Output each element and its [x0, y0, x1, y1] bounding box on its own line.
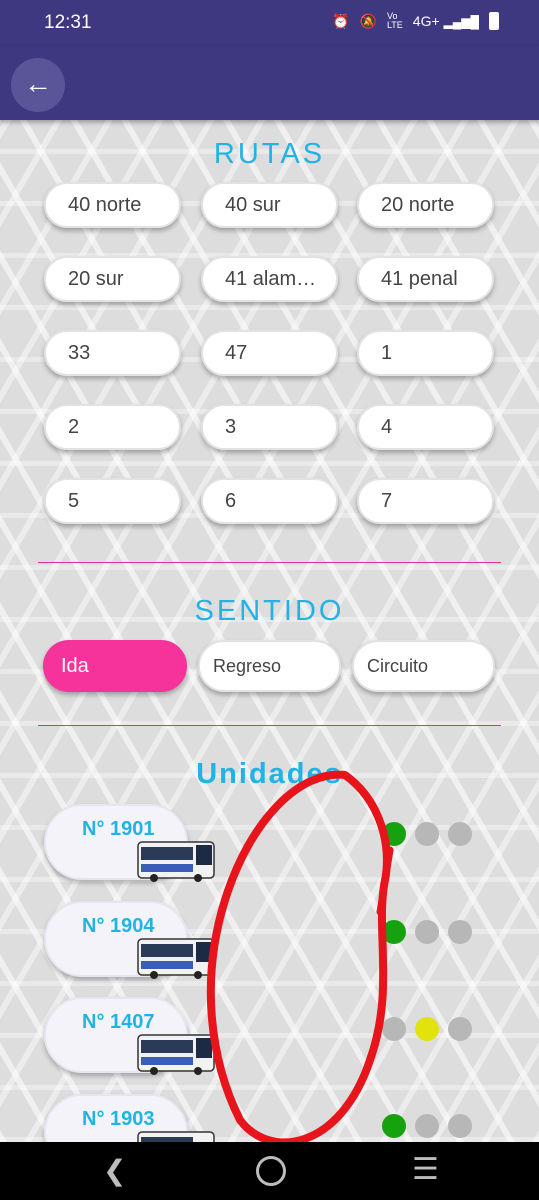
route-chip[interactable]: 47: [201, 330, 338, 376]
back-nav-icon[interactable]: ❮: [103, 1154, 126, 1187]
status-icons: ⏰ 🔕 Vo LTE 4G+ ▂▄▆█: [332, 12, 499, 30]
routes-title: RUTAS: [213, 138, 326, 170]
status-light-off: [415, 822, 439, 846]
route-chip[interactable]: 40 sur: [201, 182, 338, 228]
direction-regreso-chip[interactable]: Regreso: [198, 640, 341, 692]
status-time: 12:31: [44, 12, 92, 33]
route-chip[interactable]: 5: [44, 478, 181, 524]
system-nav-bar: ❮ ☰: [0, 1142, 539, 1200]
status-light-green: [382, 920, 406, 944]
bus-icon: [137, 841, 215, 882]
route-chip[interactable]: 2: [44, 404, 181, 450]
units-title: Unidades: [196, 758, 343, 790]
direction-title: SENTIDO: [194, 595, 345, 627]
status-light-off: [415, 920, 439, 944]
bus-icon: [137, 938, 215, 979]
route-chip[interactable]: 40 norte: [44, 182, 181, 228]
section-divider: [38, 562, 501, 563]
section-divider: [38, 725, 501, 726]
status-light-off: [415, 1114, 439, 1138]
route-chip[interactable]: 4: [357, 404, 494, 450]
alarm-icon: ⏰: [332, 12, 350, 29]
status-light-green: [382, 1114, 406, 1138]
volte-icon: Vo LTE: [386, 11, 403, 30]
status-light-off: [448, 920, 472, 944]
status-light-green: [382, 822, 406, 846]
status-bar: 12:31 ⏰ 🔕 Vo LTE 4G+ ▂▄▆█: [0, 0, 539, 46]
signal-4g-icon: 4G+ ▂▄▆█: [412, 13, 479, 29]
mute-icon: 🔕: [359, 12, 377, 29]
bus-icon: [137, 1034, 215, 1075]
arrow-left-icon: ←: [24, 68, 52, 99]
direction-circuito-chip[interactable]: Circuito: [352, 640, 495, 692]
route-chip[interactable]: 41 penal: [357, 256, 494, 302]
home-nav-icon[interactable]: [256, 1156, 286, 1186]
route-chip[interactable]: 33: [44, 330, 181, 376]
recents-nav-icon[interactable]: ☰: [412, 1152, 439, 1187]
direction-ida-chip[interactable]: Ida: [43, 640, 187, 692]
status-light-off: [382, 1017, 406, 1041]
status-light-off: [448, 822, 472, 846]
battery-icon: [489, 12, 499, 30]
route-chip[interactable]: 20 norte: [357, 182, 494, 228]
route-chip[interactable]: 20 sur: [44, 256, 181, 302]
route-chip[interactable]: 41 alam…: [201, 256, 338, 302]
route-chip[interactable]: 6: [201, 478, 338, 524]
back-button[interactable]: ←: [11, 58, 65, 112]
app-bar: ←: [0, 46, 539, 120]
route-chip[interactable]: 3: [201, 404, 338, 450]
route-chip[interactable]: 7: [357, 478, 494, 524]
route-chip[interactable]: 1: [357, 330, 494, 376]
status-light-off: [448, 1114, 472, 1138]
network-label: 4G+: [412, 13, 440, 29]
status-light-off: [448, 1017, 472, 1041]
status-light-yellow: [415, 1017, 439, 1041]
